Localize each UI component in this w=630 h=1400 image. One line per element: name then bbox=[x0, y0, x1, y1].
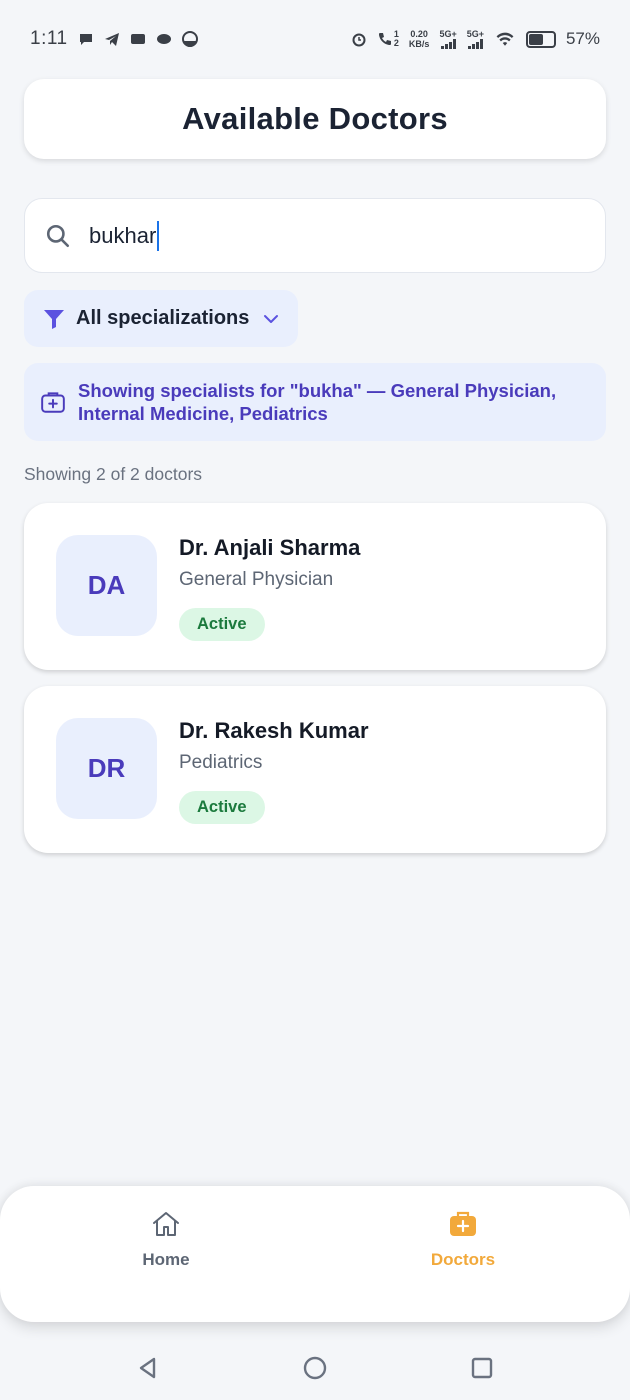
search-input[interactable]: bukhar bbox=[24, 198, 606, 273]
net-speed-value: 0.20 bbox=[410, 29, 428, 39]
signal-bars-icon bbox=[440, 38, 456, 49]
medical-bag-icon bbox=[450, 1211, 476, 1236]
nav-item-home[interactable]: Home bbox=[96, 1208, 236, 1270]
doctor-card[interactable]: DA Dr. Anjali Sharma General Physician A… bbox=[24, 503, 606, 670]
chat-icon bbox=[79, 34, 92, 45]
battery-percent: 57% bbox=[565, 29, 600, 48]
header-card: Available Doctors bbox=[24, 79, 606, 159]
call-icon bbox=[378, 33, 391, 45]
filter-icon bbox=[44, 309, 64, 329]
doctor-name: Dr. Anjali Sharma bbox=[179, 535, 361, 560]
specialist-info-banner: Showing specialists for "bukha" — Genera… bbox=[24, 363, 606, 441]
wifi-icon bbox=[496, 32, 514, 46]
circle-app-icon bbox=[181, 31, 198, 47]
sim-label-2: 2 bbox=[393, 38, 399, 48]
nav-item-doctors[interactable]: Doctors bbox=[393, 1208, 533, 1270]
avatar: DA bbox=[56, 535, 157, 636]
net-speed-unit: KB/s bbox=[408, 39, 430, 49]
status-badge: Active bbox=[179, 608, 265, 641]
page-title: Available Doctors bbox=[182, 101, 448, 136]
signal-1: 5G+ bbox=[439, 28, 457, 49]
status-right: 1 2 0.20 KB/s 5G+ 5G+ 57% bbox=[351, 29, 600, 49]
search-text: bukhar bbox=[89, 222, 157, 248]
medical-bag-icon bbox=[41, 392, 65, 413]
home-icon bbox=[153, 1212, 179, 1236]
alarm-icon bbox=[352, 33, 366, 47]
signal-bars-icon bbox=[467, 38, 483, 49]
status-badge: Active bbox=[179, 791, 265, 824]
search-icon bbox=[46, 224, 70, 247]
doctor-card[interactable]: DR Dr. Rakesh Kumar Pediatrics Active bbox=[24, 686, 606, 853]
signal-2: 5G+ bbox=[466, 28, 484, 49]
status-left: 1:11 bbox=[30, 28, 198, 50]
signal-1-label: 5G+ bbox=[439, 28, 457, 39]
app-icon bbox=[130, 34, 145, 44]
search-value: bukhar bbox=[89, 220, 160, 251]
doctor-specialization: Pediatrics bbox=[179, 752, 263, 773]
back-icon[interactable] bbox=[135, 1355, 161, 1381]
nav-label-home: Home bbox=[142, 1250, 190, 1269]
gamepad-icon bbox=[156, 34, 171, 44]
info-banner-text: Showing specialists for "bukha" — Genera… bbox=[78, 380, 557, 424]
avatar: DR bbox=[56, 718, 157, 819]
battery-icon bbox=[525, 30, 556, 48]
recents-icon[interactable] bbox=[469, 1355, 495, 1381]
specialization-filter-dropdown[interactable]: All specializations bbox=[24, 290, 298, 347]
status-bar: 1:11 1 2 0.20 KB/s 5G+ 5G+ 57% bbox=[0, 0, 630, 78]
chevron-down-icon bbox=[264, 314, 279, 323]
home-circle-icon[interactable] bbox=[302, 1355, 328, 1381]
text-cursor bbox=[157, 220, 160, 251]
filter-label: All specializations bbox=[76, 307, 250, 329]
result-count: Showing 2 of 2 doctors bbox=[24, 464, 203, 484]
doctor-specialization: General Physician bbox=[179, 569, 334, 590]
bottom-nav: Home Doctors bbox=[0, 1186, 630, 1322]
status-time: 1:11 bbox=[30, 28, 68, 49]
system-nav-bar bbox=[0, 1335, 630, 1400]
nav-label-doctors: Doctors bbox=[430, 1250, 496, 1269]
signal-2-label: 5G+ bbox=[466, 28, 484, 39]
doctor-name: Dr. Rakesh Kumar bbox=[179, 718, 369, 743]
net-speed: 0.20 KB/s bbox=[409, 29, 430, 49]
telegram-icon bbox=[104, 33, 119, 46]
